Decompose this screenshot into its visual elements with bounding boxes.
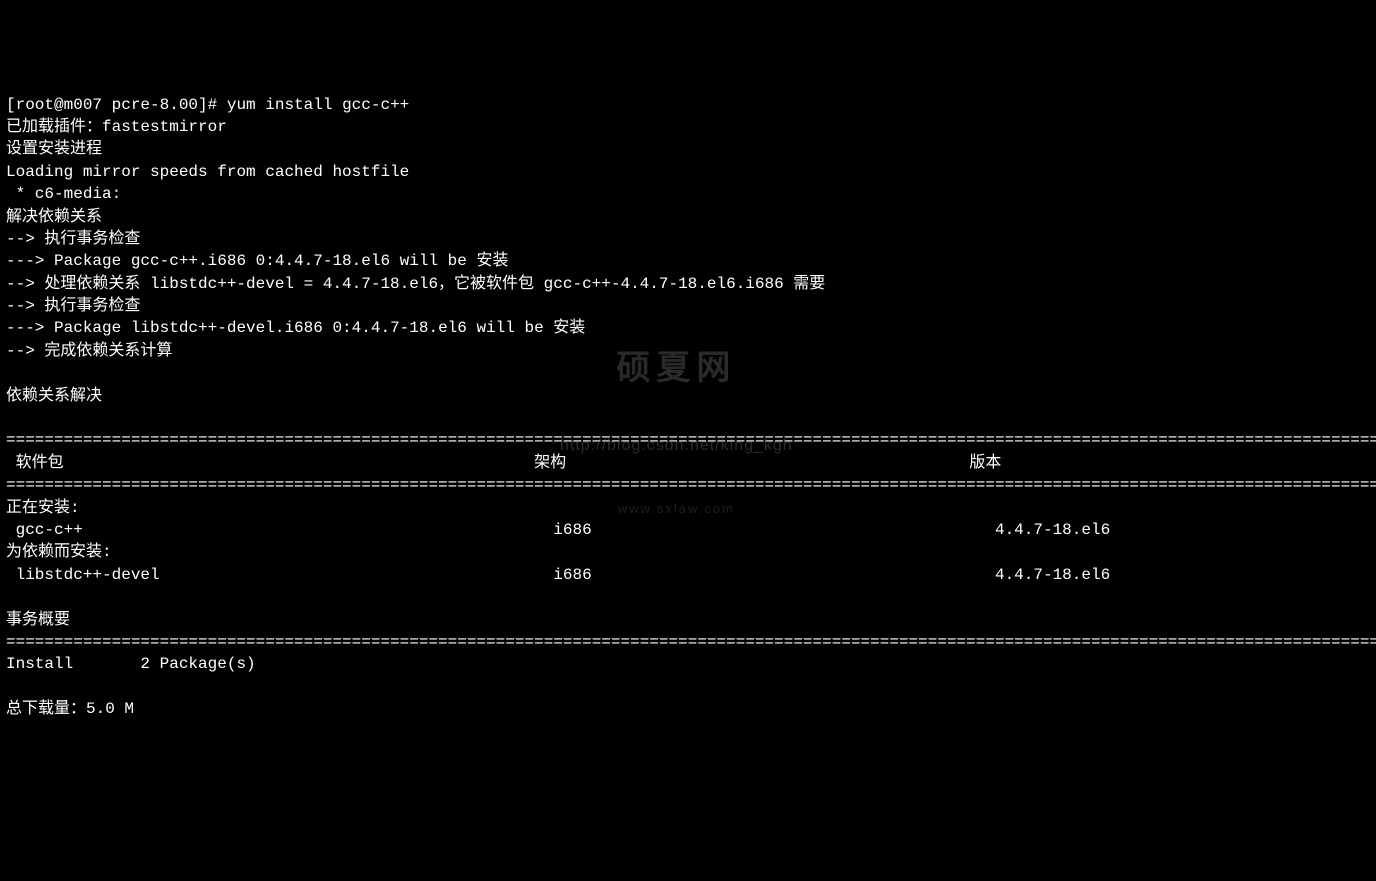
output-line: --> 执行事务检查 bbox=[6, 297, 140, 315]
separator-line: ========================================… bbox=[6, 633, 1376, 651]
separator-line: ========================================… bbox=[6, 431, 1376, 449]
section-deps: 为依赖而安装: bbox=[6, 543, 112, 561]
output-line: --> 处理依赖关系 libstdc++-devel = 4.4.7-18.el… bbox=[6, 275, 825, 293]
package-version: 4.4.7-18.el6 bbox=[995, 566, 1110, 584]
output-line: --> 执行事务检查 bbox=[6, 230, 140, 248]
package-version: 4.4.7-18.el6 bbox=[995, 521, 1110, 539]
command-text: yum install gcc-c++ bbox=[227, 96, 409, 114]
table-header-version: 版本 bbox=[969, 454, 1001, 472]
package-name: gcc-c++ bbox=[6, 521, 83, 539]
summary-install: Install 2 Package(s) bbox=[6, 655, 256, 673]
shell-prompt: [root@m007 pcre-8.00]# bbox=[6, 96, 227, 114]
terminal-output[interactable]: [root@m007 pcre-8.00]# yum install gcc-c… bbox=[0, 90, 1376, 725]
package-arch: i686 bbox=[553, 521, 591, 539]
output-line: 解决依赖关系 bbox=[6, 208, 102, 226]
output-line: 设置安装进程 bbox=[6, 140, 102, 158]
separator-line: ========================================… bbox=[6, 476, 1376, 494]
output-line: 已加载插件：fastestmirror bbox=[6, 118, 227, 136]
section-installing: 正在安装: bbox=[6, 499, 80, 517]
summary-download: 总下载量：5.0 M bbox=[6, 700, 134, 718]
package-name: libstdc++-devel bbox=[6, 566, 160, 584]
output-line: Loading mirror speeds from cached hostfi… bbox=[6, 163, 409, 181]
table-header-arch: 架构 bbox=[534, 454, 566, 472]
summary-title: 事务概要 bbox=[6, 611, 70, 629]
output-line: 依赖关系解决 bbox=[6, 387, 102, 405]
package-arch: i686 bbox=[553, 566, 591, 584]
output-line: * c6-media: bbox=[6, 185, 131, 203]
output-line: ---> Package gcc-c++.i686 0:4.4.7-18.el6… bbox=[6, 252, 508, 270]
output-line: ---> Package libstdc++-devel.i686 0:4.4.… bbox=[6, 319, 585, 337]
output-line: --> 完成依赖关系计算 bbox=[6, 342, 172, 360]
table-header-package: 软件包 bbox=[6, 454, 64, 472]
